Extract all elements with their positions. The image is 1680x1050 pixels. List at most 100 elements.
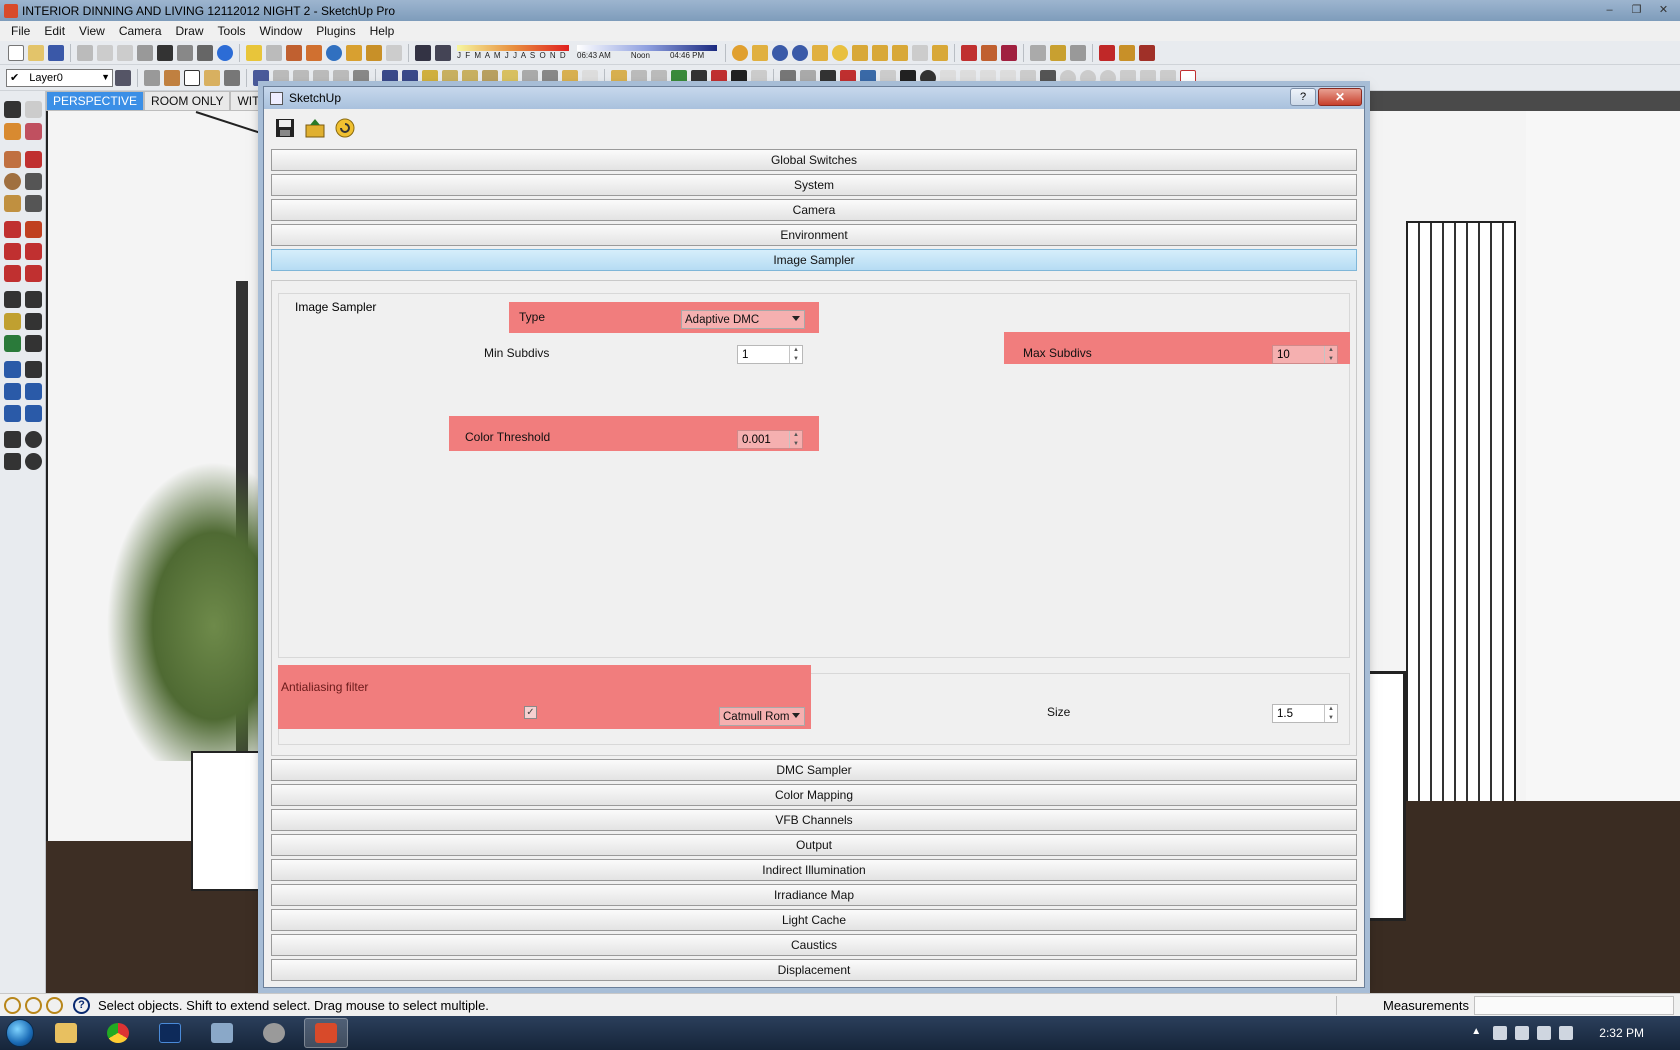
zoom-extents-icon[interactable] [4,405,21,422]
dimension-icon[interactable] [25,291,42,308]
menu-help[interactable]: Help [363,24,402,38]
split-icon[interactable] [860,69,876,86]
door-icon[interactable] [164,69,180,86]
type-dropdown[interactable]: Adaptive DMC [681,310,805,329]
tab-perspective[interactable]: PERSPECTIVE [46,91,145,111]
previous-view-icon[interactable] [25,405,42,422]
trim-icon[interactable] [880,69,896,86]
menu-plugins[interactable]: Plugins [309,24,362,38]
taskbar-photoshop[interactable] [148,1018,192,1048]
walk-tool-icon[interactable] [4,453,21,470]
axes-tool-icon[interactable] [4,335,21,352]
share-model-icon[interactable] [266,44,282,61]
section-system[interactable]: System [271,174,1357,196]
spinner-buttons[interactable]: ▲ ▼ [789,431,802,448]
dome-light-icon[interactable] [912,44,928,61]
section-output[interactable]: Output [271,834,1357,856]
zoom-window-icon[interactable] [25,383,42,400]
section-caustics[interactable]: Caustics [271,934,1357,956]
user-icon[interactable] [46,996,63,1014]
paint-bucket-icon[interactable] [4,123,21,140]
taskbar-window[interactable] [200,1018,244,1048]
credits-icon[interactable] [25,996,42,1014]
orbit-ring-icon[interactable] [1100,69,1116,86]
text-tool-icon[interactable] [731,69,747,86]
spin-up-icon[interactable]: ▲ [1325,705,1337,714]
close-window-button[interactable]: ✕ [1651,1,1676,18]
circle-icon[interactable] [4,173,21,190]
arc-icon[interactable] [25,173,42,190]
menu-draw[interactable]: Draw [169,24,211,38]
menu-edit[interactable]: Edit [37,24,72,38]
position-camera-icon[interactable] [651,69,667,86]
component-icon[interactable] [562,69,578,86]
preview-in-earth-icon[interactable] [326,44,342,61]
look-around-icon[interactable] [631,69,647,86]
section-irradiance-map[interactable]: Irradiance Map [271,884,1357,906]
polygon-icon[interactable] [4,195,21,212]
intersect-icon[interactable] [780,69,796,86]
help-icon[interactable]: ? [73,996,90,1014]
section-plane-tool-icon[interactable] [25,453,42,470]
flag-tray-icon[interactable] [1493,1026,1508,1040]
follow-icon[interactable] [980,69,996,86]
fog-icon[interactable] [751,69,767,86]
section-environment[interactable]: Environment [271,224,1357,246]
measurements-input[interactable] [1474,996,1674,1015]
get-photo-texture-icon[interactable] [286,44,302,61]
protractor-icon[interactable] [711,69,727,86]
subtract-icon[interactable] [840,69,856,86]
maximize-button[interactable]: ❐ [1624,1,1649,18]
iso-view-icon[interactable] [253,69,269,86]
show-hidden-icons-icon[interactable]: ▲ [1471,1026,1485,1040]
dialog-title-bar[interactable]: SketchUp ? ✕ [264,87,1364,109]
rect-light-icon[interactable] [852,44,868,61]
union-icon[interactable] [820,69,836,86]
section-color-mapping[interactable]: Color Mapping [271,784,1357,806]
front-view-icon[interactable] [293,69,309,86]
dimensions-icon[interactable] [691,69,707,86]
vray-render-icon[interactable] [772,44,788,61]
spin-up-icon[interactable]: ▲ [790,346,802,355]
wireframe-icon[interactable] [402,69,418,86]
display-shadows-icon[interactable] [435,44,451,61]
geo-location-icon[interactable] [4,996,21,1014]
menu-view[interactable]: View [72,24,112,38]
section-displacement[interactable]: Displacement [271,959,1357,981]
line-style-icon[interactable] [940,69,956,86]
antialiasing-filter-dropdown[interactable]: Catmull Rom [719,707,805,726]
minimize-button[interactable]: – [1597,1,1622,18]
right-view-icon[interactable] [313,69,329,86]
rectangle-icon[interactable] [4,151,21,168]
sandbox-drape-icon[interactable] [1070,44,1086,61]
select-icon[interactable] [4,101,21,118]
target-icon[interactable] [1060,69,1076,86]
min-subdivs-spinner[interactable]: 1 ▲ ▼ [737,345,803,364]
taskbar-app[interactable] [252,1018,296,1048]
walk-icon[interactable] [611,69,627,86]
section-camera[interactable]: Camera [271,199,1357,221]
vray-frame-buffer-icon[interactable] [812,44,828,61]
power-tray-icon[interactable] [1515,1026,1530,1040]
building-icon[interactable] [204,69,220,86]
undo-icon[interactable] [157,44,173,61]
open-icon[interactable] [28,44,44,61]
color-threshold-spinner[interactable]: 0.001 ▲ ▼ [737,430,803,449]
spot-light-icon[interactable] [872,44,888,61]
move-icon[interactable] [4,221,21,238]
sphere-icon[interactable] [920,69,936,86]
protractor-tool-icon[interactable] [4,313,21,330]
components-icon[interactable] [346,44,362,61]
cut-icon[interactable] [77,44,93,61]
scale-icon[interactable] [4,265,21,282]
get-models-icon[interactable] [246,44,262,61]
vray-help-icon[interactable] [792,44,808,61]
layer-dropdown[interactable]: ✔ Layer0 ▼ [6,68,113,87]
spin-down-icon[interactable]: ▼ [790,440,802,449]
push-pull-icon[interactable] [25,221,42,238]
antialiasing-checkbox[interactable]: ✓ [524,706,537,719]
share-component-icon[interactable] [366,44,382,61]
section-cuts-icon[interactable] [542,69,558,86]
arrow-icon[interactable] [1160,69,1176,86]
taskbar-explorer[interactable] [44,1018,88,1048]
